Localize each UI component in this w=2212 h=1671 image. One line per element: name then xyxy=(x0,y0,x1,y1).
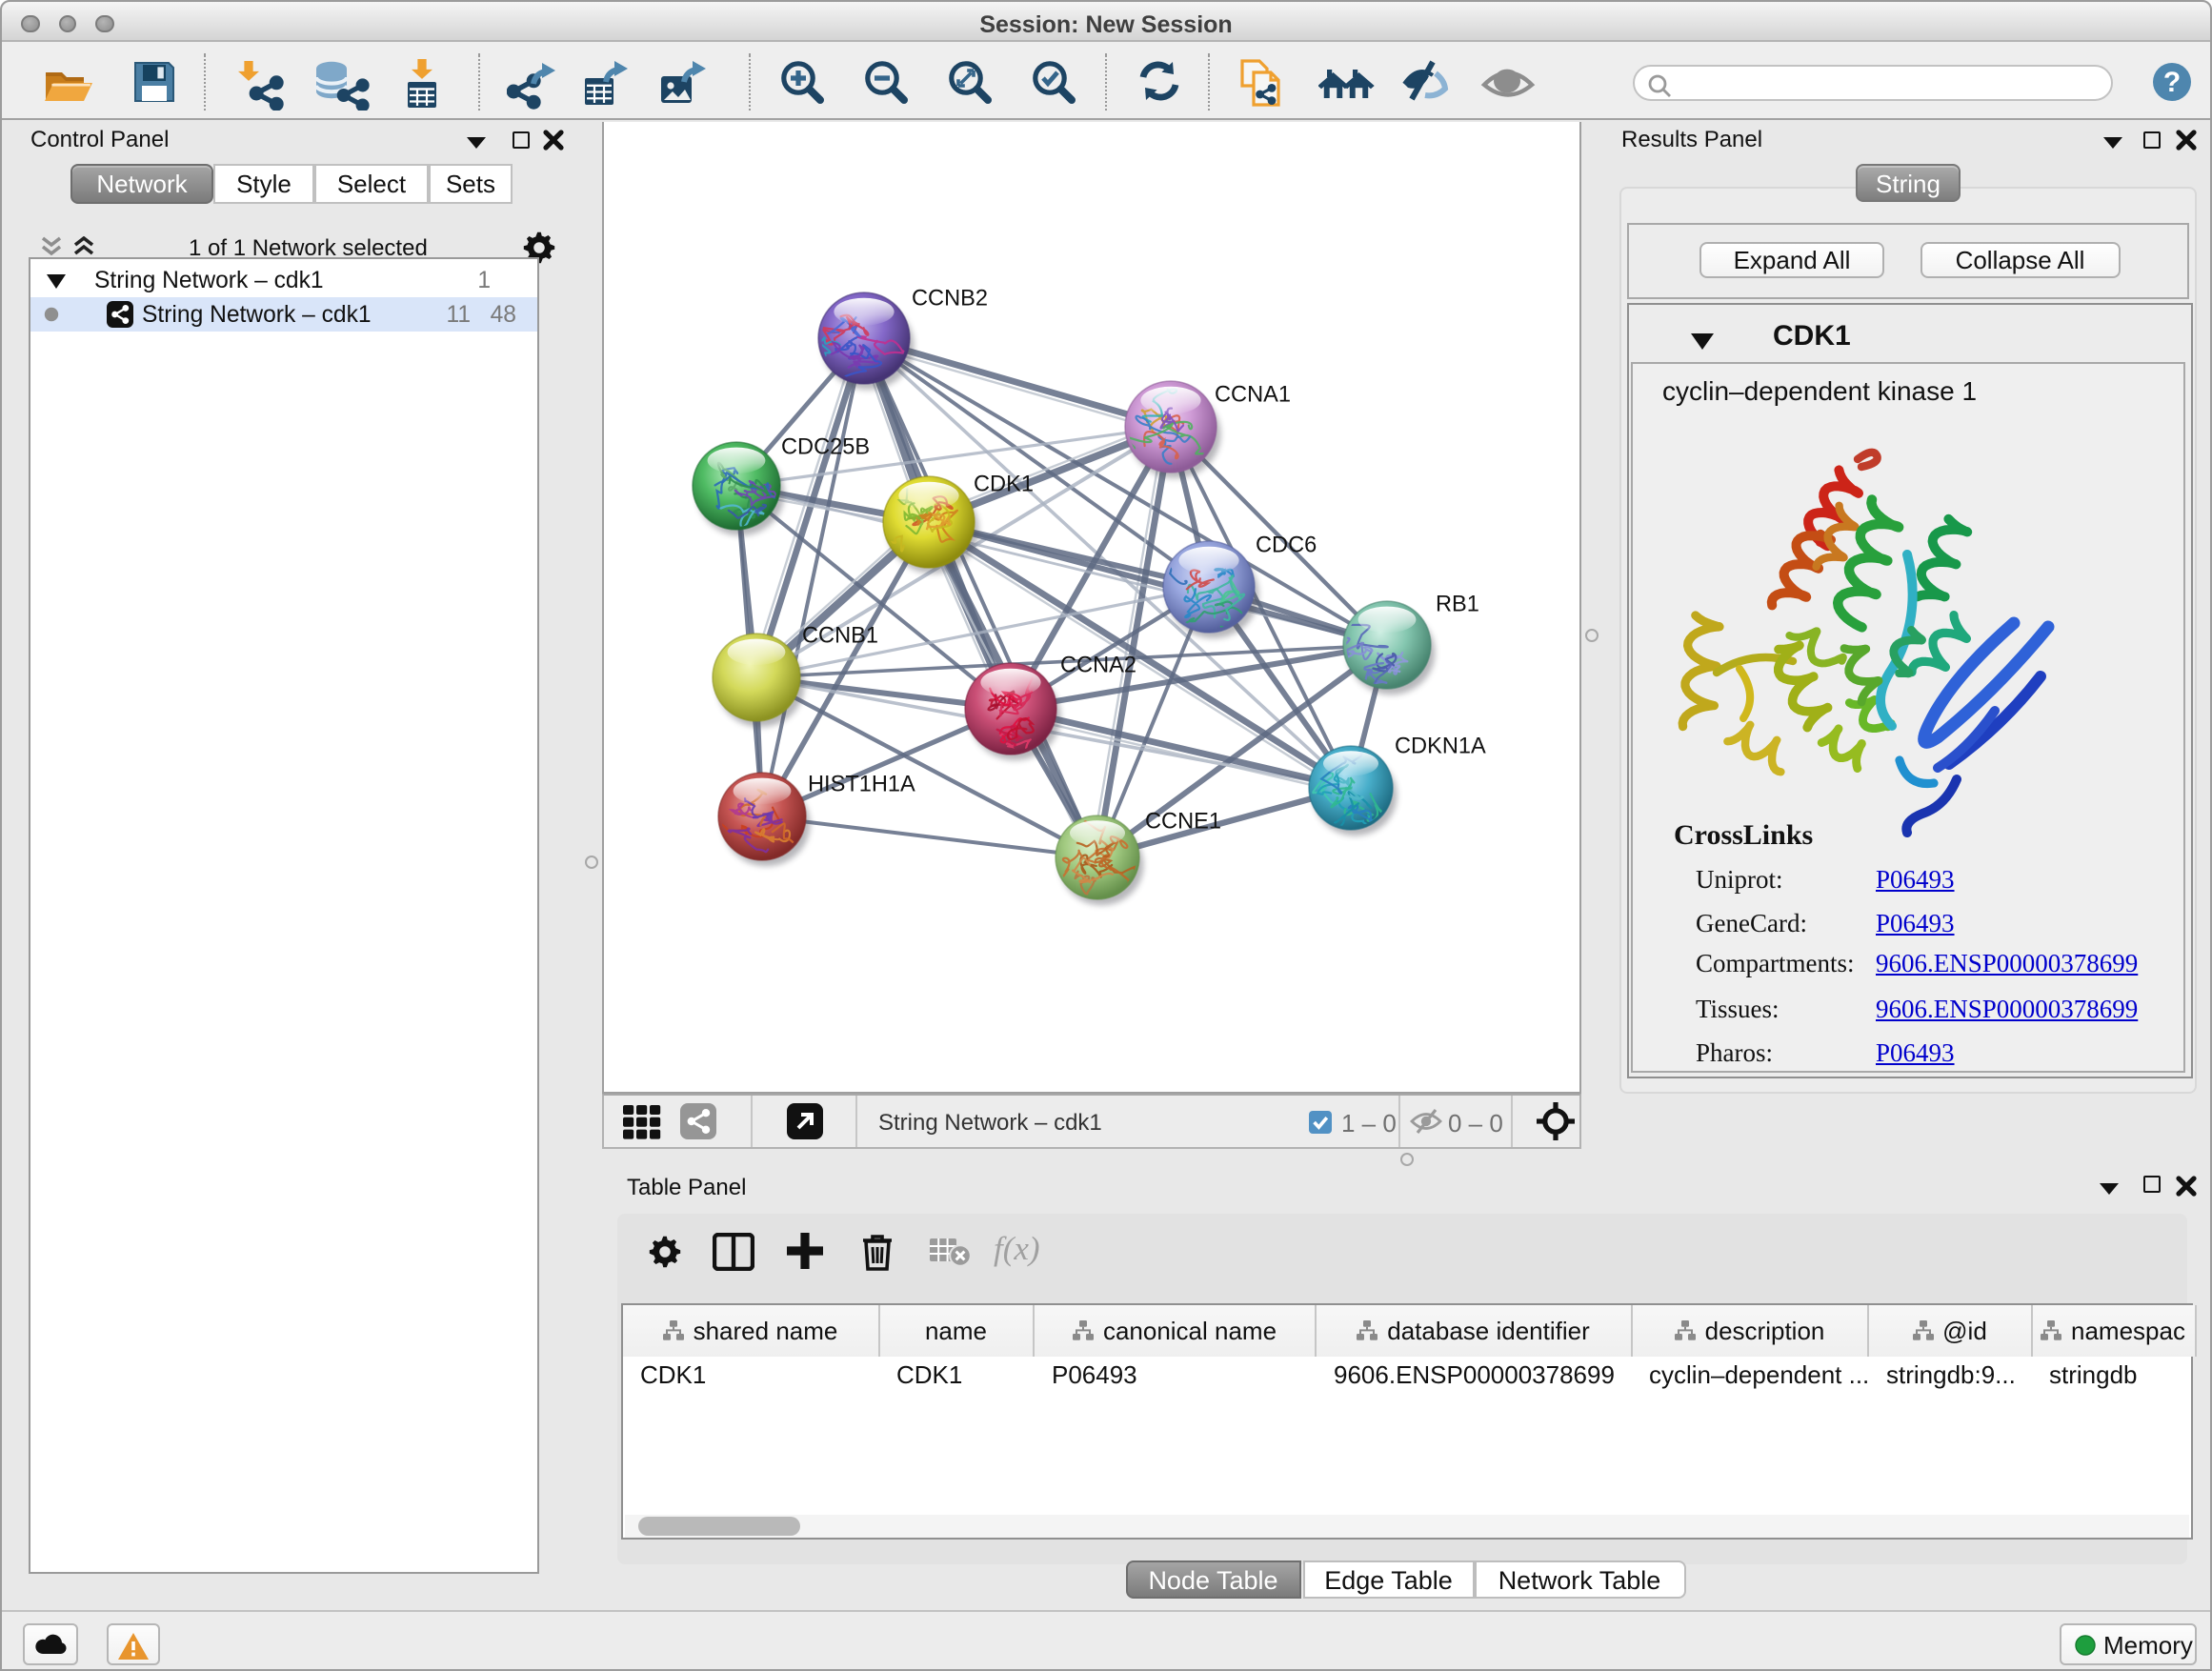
svg-text:CDC25B: CDC25B xyxy=(781,433,870,458)
svg-text:CCNB2: CCNB2 xyxy=(912,285,988,310)
svg-text:CCNA2: CCNA2 xyxy=(1060,652,1136,676)
svg-text:HIST1H1A: HIST1H1A xyxy=(808,771,915,795)
svg-text:CCNB1: CCNB1 xyxy=(802,622,878,647)
svg-text:RB1: RB1 xyxy=(1436,591,1479,615)
svg-text:CDC6: CDC6 xyxy=(1256,532,1317,556)
svg-text:CCNE1: CCNE1 xyxy=(1145,808,1221,833)
svg-text:CDK1: CDK1 xyxy=(974,471,1034,495)
svg-text:CDKN1A: CDKN1A xyxy=(1395,733,1486,757)
svg-text:CCNA1: CCNA1 xyxy=(1215,381,1291,406)
svg-text:?: ? xyxy=(2162,67,2180,98)
